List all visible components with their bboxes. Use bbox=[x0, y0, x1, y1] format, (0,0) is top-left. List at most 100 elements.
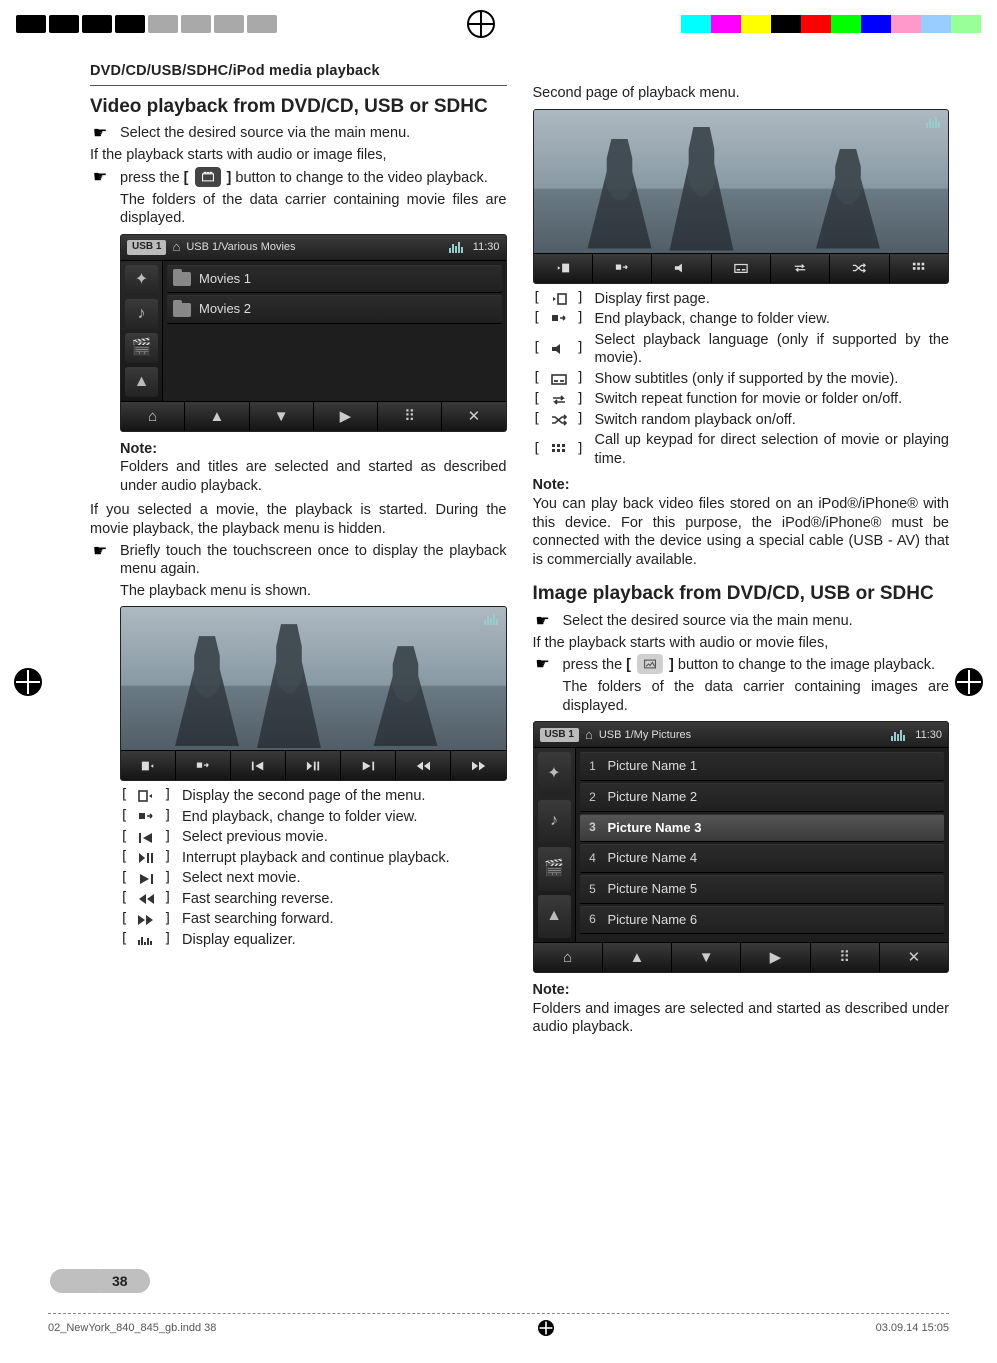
shuffle-button[interactable] bbox=[830, 254, 889, 283]
music-tab[interactable]: ♪ bbox=[125, 299, 158, 329]
list-item-selected[interactable]: 3Picture Name 3 bbox=[580, 814, 945, 843]
image-tab[interactable]: ▲ bbox=[125, 367, 158, 397]
settings-tab[interactable]: ✦ bbox=[125, 265, 158, 295]
breadcrumb: USB 1/My Pictures bbox=[599, 728, 885, 742]
home-icon: ⌂ bbox=[172, 239, 180, 256]
subtitle-button[interactable] bbox=[712, 254, 771, 283]
home-icon: ⌂ bbox=[585, 727, 593, 744]
stop-return-button[interactable] bbox=[176, 751, 231, 780]
image-mode-icon bbox=[637, 654, 663, 674]
ui-video-playback-screenshot-1 bbox=[120, 606, 507, 781]
note-heading-ipod: Note: bbox=[533, 476, 950, 495]
step-select-source: Select the desired source via the main m… bbox=[90, 124, 507, 143]
ui-picture-list-screenshot: USB 1 ⌂ USB 1/My Pictures 11:30 ✦ ♪ 🎬 ▲ … bbox=[533, 721, 950, 973]
stop-return-icon bbox=[546, 310, 572, 328]
stop-return-button[interactable] bbox=[593, 254, 652, 283]
keypad-icon bbox=[546, 441, 572, 459]
audio-lang-icon bbox=[546, 340, 572, 358]
close-button[interactable]: ✕ bbox=[442, 402, 505, 431]
list-item[interactable]: 5Picture Name 5 bbox=[580, 875, 945, 904]
ffwd-button[interactable] bbox=[451, 751, 505, 780]
pointer-icon bbox=[90, 168, 110, 188]
note-body-images: Folders and images are selected and star… bbox=[533, 1000, 950, 1037]
source-badge: USB 1 bbox=[127, 240, 166, 255]
folder-icon bbox=[173, 303, 191, 317]
list-item[interactable]: 4Picture Name 4 bbox=[580, 844, 945, 873]
pointer-icon bbox=[90, 542, 110, 579]
print-registration-top bbox=[0, 0, 997, 48]
equalizer-icon bbox=[449, 241, 463, 253]
video-tab[interactable]: 🎬 bbox=[125, 333, 158, 363]
bottom-bar: ⌂ ▲ ▼ ▶ ⠿ ✕ bbox=[534, 942, 949, 972]
side-tabs: ✦ ♪ 🎬 ▲ bbox=[121, 261, 163, 401]
image-tab[interactable]: ▲ bbox=[538, 895, 571, 938]
video-mode-icon bbox=[195, 167, 221, 187]
stop-return-icon bbox=[133, 808, 159, 826]
list-item[interactable]: 6Picture Name 6 bbox=[580, 906, 945, 935]
registration-mark-icon bbox=[538, 1320, 554, 1336]
home-button[interactable]: ⌂ bbox=[121, 402, 185, 431]
list-item[interactable]: 1Picture Name 1 bbox=[580, 752, 945, 781]
play-pause-button[interactable] bbox=[286, 751, 341, 780]
list-item[interactable]: Movies 2 bbox=[167, 295, 502, 324]
equalizer-icon bbox=[891, 729, 905, 741]
step-select-source-image: Select the desired source via the main m… bbox=[533, 612, 950, 631]
play-button[interactable]: ▶ bbox=[741, 943, 810, 972]
up-button[interactable]: ▲ bbox=[603, 943, 672, 972]
line-playback-starts-image: If the playback starts with audio or mov… bbox=[533, 634, 950, 653]
note-block: Note: Folders and titles are selected an… bbox=[120, 440, 507, 496]
ui-top-bar: USB 1 ⌂ USB 1/Various Movies 11:30 bbox=[121, 235, 506, 261]
keypad-button[interactable]: ⠿ bbox=[811, 943, 880, 972]
registration-mark-right-icon bbox=[955, 668, 983, 696]
rewind-button[interactable] bbox=[396, 751, 451, 780]
page-prev-button[interactable] bbox=[534, 254, 593, 283]
video-tab[interactable]: 🎬 bbox=[538, 847, 571, 890]
playback-shown-text: The playback menu is shown. bbox=[120, 582, 507, 601]
ui-top-bar: USB 1 ⌂ USB 1/My Pictures 11:30 bbox=[534, 722, 949, 748]
music-tab[interactable]: ♪ bbox=[538, 800, 571, 843]
left-column: DVD/CD/USB/SDHC/iPod media playback Vide… bbox=[90, 62, 507, 1037]
right-column: Second page of playback menu. bbox=[533, 62, 950, 1037]
next-track-button[interactable] bbox=[341, 751, 396, 780]
repeat-button[interactable] bbox=[771, 254, 830, 283]
list-item[interactable]: Movies 1 bbox=[167, 265, 502, 294]
folder-icon bbox=[173, 272, 191, 286]
prev-track-icon bbox=[133, 829, 159, 847]
footer-date: 03.09.14 15:05 bbox=[876, 1322, 949, 1334]
subtitle-icon bbox=[546, 370, 572, 388]
rewind-icon bbox=[133, 890, 159, 908]
audio-lang-button[interactable] bbox=[652, 254, 711, 283]
pointer-icon bbox=[533, 612, 553, 631]
home-button[interactable]: ⌂ bbox=[534, 943, 603, 972]
settings-tab[interactable]: ✦ bbox=[538, 752, 571, 795]
step-press-video-button: press the [ ] button to change to the vi… bbox=[90, 168, 507, 188]
down-button[interactable]: ▼ bbox=[672, 943, 741, 972]
section-header: DVD/CD/USB/SDHC/iPod media playback bbox=[90, 62, 507, 86]
clock: 11:30 bbox=[915, 728, 942, 742]
page-next-button[interactable] bbox=[121, 751, 176, 780]
second-page-intro: Second page of playback menu. bbox=[533, 84, 950, 103]
prev-track-button[interactable] bbox=[231, 751, 286, 780]
equalizer-icon bbox=[133, 931, 159, 949]
page-number: 38 bbox=[90, 1269, 150, 1293]
page-next-icon bbox=[133, 787, 159, 805]
after-image-button-text: The folders of the data carrier containi… bbox=[563, 678, 950, 715]
play-button[interactable]: ▶ bbox=[314, 402, 378, 431]
down-button[interactable]: ▼ bbox=[250, 402, 314, 431]
picture-list: 1Picture Name 1 2Picture Name 2 3Picture… bbox=[576, 748, 949, 942]
folder-list: Movies 1 Movies 2 bbox=[163, 261, 506, 401]
ui-folder-list-screenshot: USB 1 ⌂ USB 1/Various Movies 11:30 ✦ ♪ 🎬… bbox=[120, 234, 507, 432]
play-pause-icon bbox=[133, 849, 159, 867]
keypad-button[interactable] bbox=[890, 254, 948, 283]
repeat-icon bbox=[546, 391, 572, 409]
list-item[interactable]: 2Picture Name 2 bbox=[580, 783, 945, 812]
registration-mark-icon bbox=[467, 10, 495, 38]
up-button[interactable]: ▲ bbox=[185, 402, 249, 431]
next-track-icon bbox=[133, 870, 159, 888]
close-button[interactable]: ✕ bbox=[880, 943, 948, 972]
clock: 11:30 bbox=[473, 240, 500, 254]
registration-mark-left-icon bbox=[14, 668, 42, 696]
keypad-button[interactable]: ⠿ bbox=[378, 402, 442, 431]
footer-file: 02_NewYork_840_845_gb.indd 38 bbox=[48, 1322, 216, 1334]
shuffle-icon bbox=[546, 411, 572, 429]
